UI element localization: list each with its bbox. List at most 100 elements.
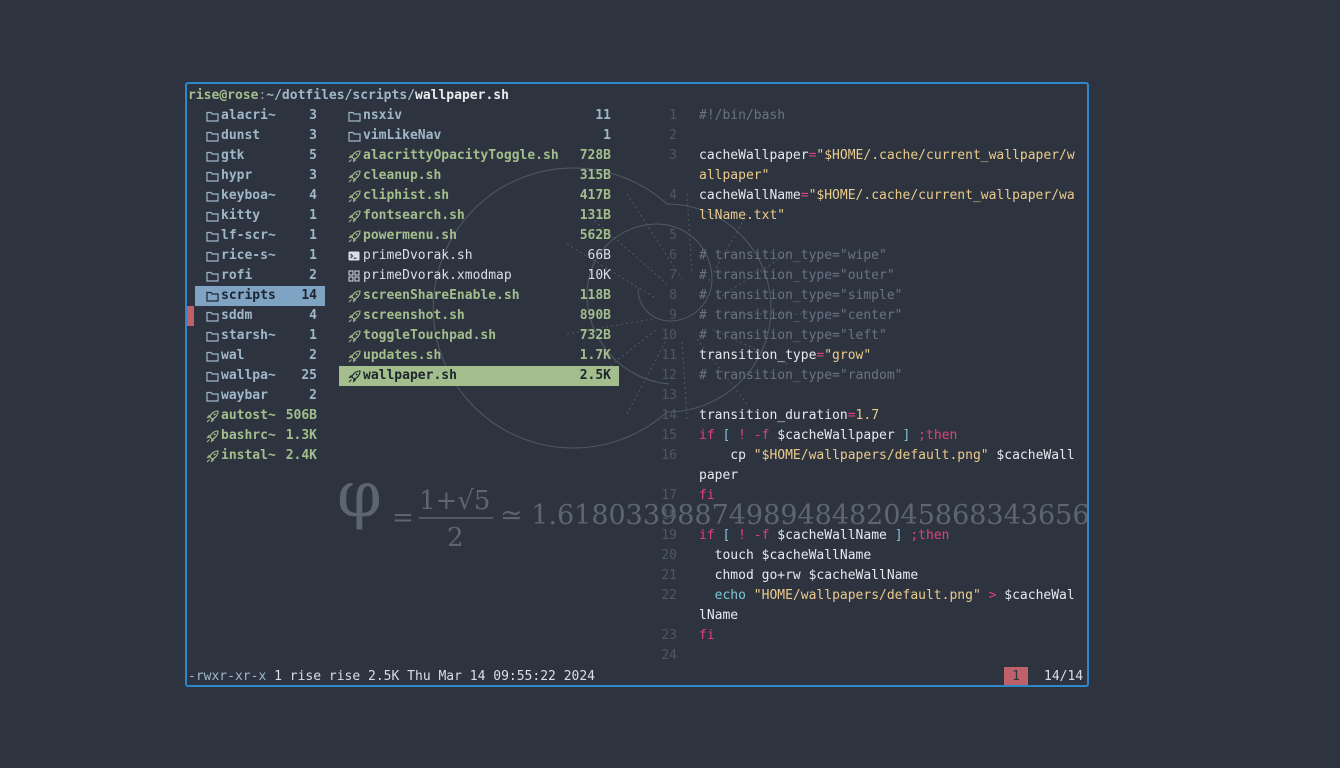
- current-item[interactable]: cleanup.sh 315B: [339, 166, 619, 186]
- title-at: @: [219, 88, 228, 103]
- entry-name: updates.sh: [363, 348, 442, 363]
- line-number: [643, 166, 677, 186]
- parent-item[interactable]: waybar 2: [195, 386, 325, 406]
- title-host: rose: [227, 88, 259, 103]
- line-number: 1: [669, 108, 677, 123]
- code-token: touch $cacheWallName: [699, 548, 872, 563]
- current-item[interactable]: nsxiv 11: [339, 106, 619, 126]
- code-line: # transition_type="left": [699, 326, 887, 346]
- code-token: "HOME/wallpapers/default.png": [753, 588, 981, 603]
- line-number: 6: [669, 248, 677, 263]
- parent-item[interactable]: wallpa~ 25: [195, 366, 325, 386]
- folder-icon: [205, 226, 219, 246]
- parent-item[interactable]: autost~ 506B: [195, 406, 325, 426]
- parent-item[interactable]: scripts 14: [195, 286, 325, 306]
- entry-size: 66B: [587, 248, 611, 263]
- entry-name: primeDvorak.sh: [363, 248, 473, 263]
- line-number: 10: [661, 328, 677, 343]
- wallpaper-numerator: 1+√5: [419, 486, 490, 516]
- entry-size: 25: [301, 368, 317, 383]
- entry-name: screenshot.sh: [363, 308, 465, 323]
- parent-item[interactable]: rofi 2: [195, 266, 325, 286]
- entry-size: 315B: [579, 168, 611, 183]
- entry-name: toggleTouchpad.sh: [363, 328, 497, 343]
- title-user: rise: [188, 88, 220, 103]
- entry-size: 728B: [579, 148, 611, 163]
- code-token: fi: [699, 488, 715, 503]
- parent-item[interactable]: rice-s~ 1: [195, 246, 325, 266]
- code-token: # transition_type="center": [699, 308, 903, 323]
- folder-icon: [347, 126, 361, 146]
- current-item[interactable]: screenshot.sh 890B: [339, 306, 619, 326]
- code-token: #!/bin/bash: [699, 108, 786, 123]
- code-token: -f: [753, 528, 770, 543]
- parent-item[interactable]: wal 2: [195, 346, 325, 366]
- parent-item[interactable]: dunst 3: [195, 126, 325, 146]
- entry-name: autost~: [221, 408, 276, 423]
- entry-size: 3: [309, 168, 317, 183]
- parent-item[interactable]: starsh~ 1: [195, 326, 325, 346]
- line-number: 23: [661, 628, 677, 643]
- code-token: echo: [714, 588, 746, 603]
- parent-item[interactable]: kitty 1: [195, 206, 325, 226]
- current-item[interactable]: wallpaper.sh 2.5K: [339, 366, 619, 386]
- parent-item[interactable]: lf-scr~ 1: [195, 226, 325, 246]
- code-line: transition_type="grow": [699, 346, 871, 366]
- entry-size: 118B: [579, 288, 611, 303]
- parent-item[interactable]: sddm 4: [195, 306, 325, 326]
- entry-size: 11: [595, 108, 611, 123]
- line-number: 17: [661, 488, 677, 503]
- current-item[interactable]: toggleTouchpad.sh 732B: [339, 326, 619, 346]
- entry-name: wallpa~: [221, 368, 276, 383]
- code-token: cacheWallName: [699, 188, 801, 203]
- folder-icon: [205, 266, 219, 286]
- entry-size: 2.4K: [285, 448, 317, 463]
- code-line: if [ ! -f $cacheWallName ] ;then: [699, 526, 949, 546]
- code-line: if [ ! -f $cacheWallpaper ] ;then: [699, 426, 957, 446]
- parent-item[interactable]: gtk 5: [195, 146, 325, 166]
- parent-item[interactable]: bashrc~ 1.3K: [195, 426, 325, 446]
- parent-item[interactable]: alacri~ 3: [195, 106, 325, 126]
- code-line: fi: [699, 486, 715, 506]
- entry-size: 890B: [579, 308, 611, 323]
- code-token: llName.txt": [699, 208, 786, 223]
- code-line: allpaper": [699, 166, 769, 186]
- rocket-icon: [347, 226, 361, 246]
- entry-size: 4: [309, 188, 317, 203]
- code-token: /.cache/current_wallpaper/w: [863, 148, 1075, 163]
- code-token: "$HOME: [816, 148, 864, 163]
- position-counter: 14/14: [1044, 669, 1084, 684]
- parent-item[interactable]: keyboa~ 4: [195, 186, 325, 206]
- code-token: cacheWallpaper: [699, 148, 809, 163]
- current-item[interactable]: updates.sh 1.7K: [339, 346, 619, 366]
- title-file: wallpaper.sh: [415, 88, 509, 103]
- code-line: # transition_type="random": [699, 366, 903, 386]
- folder-icon: [205, 366, 219, 386]
- current-item[interactable]: primeDvorak.xmodmap 10K: [339, 266, 619, 286]
- current-item[interactable]: fontsearch.sh 131B: [339, 206, 619, 226]
- entry-name: alacrittyOpacityToggle.sh: [363, 148, 559, 163]
- current-item[interactable]: cliphist.sh 417B: [339, 186, 619, 206]
- current-item[interactable]: primeDvorak.sh 66B: [339, 246, 619, 266]
- entry-size: 5: [309, 148, 317, 163]
- line-number: 22: [661, 588, 677, 603]
- code-token: transition_type: [699, 348, 817, 363]
- entry-name: alacri~: [221, 108, 276, 123]
- current-item[interactable]: alacrittyOpacityToggle.sh 728B: [339, 146, 619, 166]
- current-item[interactable]: vimLikeNav 1: [339, 126, 619, 146]
- current-item[interactable]: powermenu.sh 562B: [339, 226, 619, 246]
- terminal-window[interactable]: φ = 1+√5 2 ≃ 1.6180339887498948482045868…: [185, 82, 1089, 687]
- code-line: touch $cacheWallName: [699, 546, 872, 566]
- entry-name: instal~: [221, 448, 276, 463]
- wallpaper-phi: φ: [337, 458, 382, 532]
- entry-name: waybar: [221, 388, 268, 403]
- parent-item[interactable]: hypr 3: [195, 166, 325, 186]
- selection-count-badge: 1: [1004, 667, 1028, 685]
- entry-name: fontsearch.sh: [363, 208, 465, 223]
- current-item[interactable]: screenShareEnable.sh 118B: [339, 286, 619, 306]
- line-number: 18: [661, 508, 677, 523]
- parent-item[interactable]: instal~ 2.4K: [195, 446, 325, 466]
